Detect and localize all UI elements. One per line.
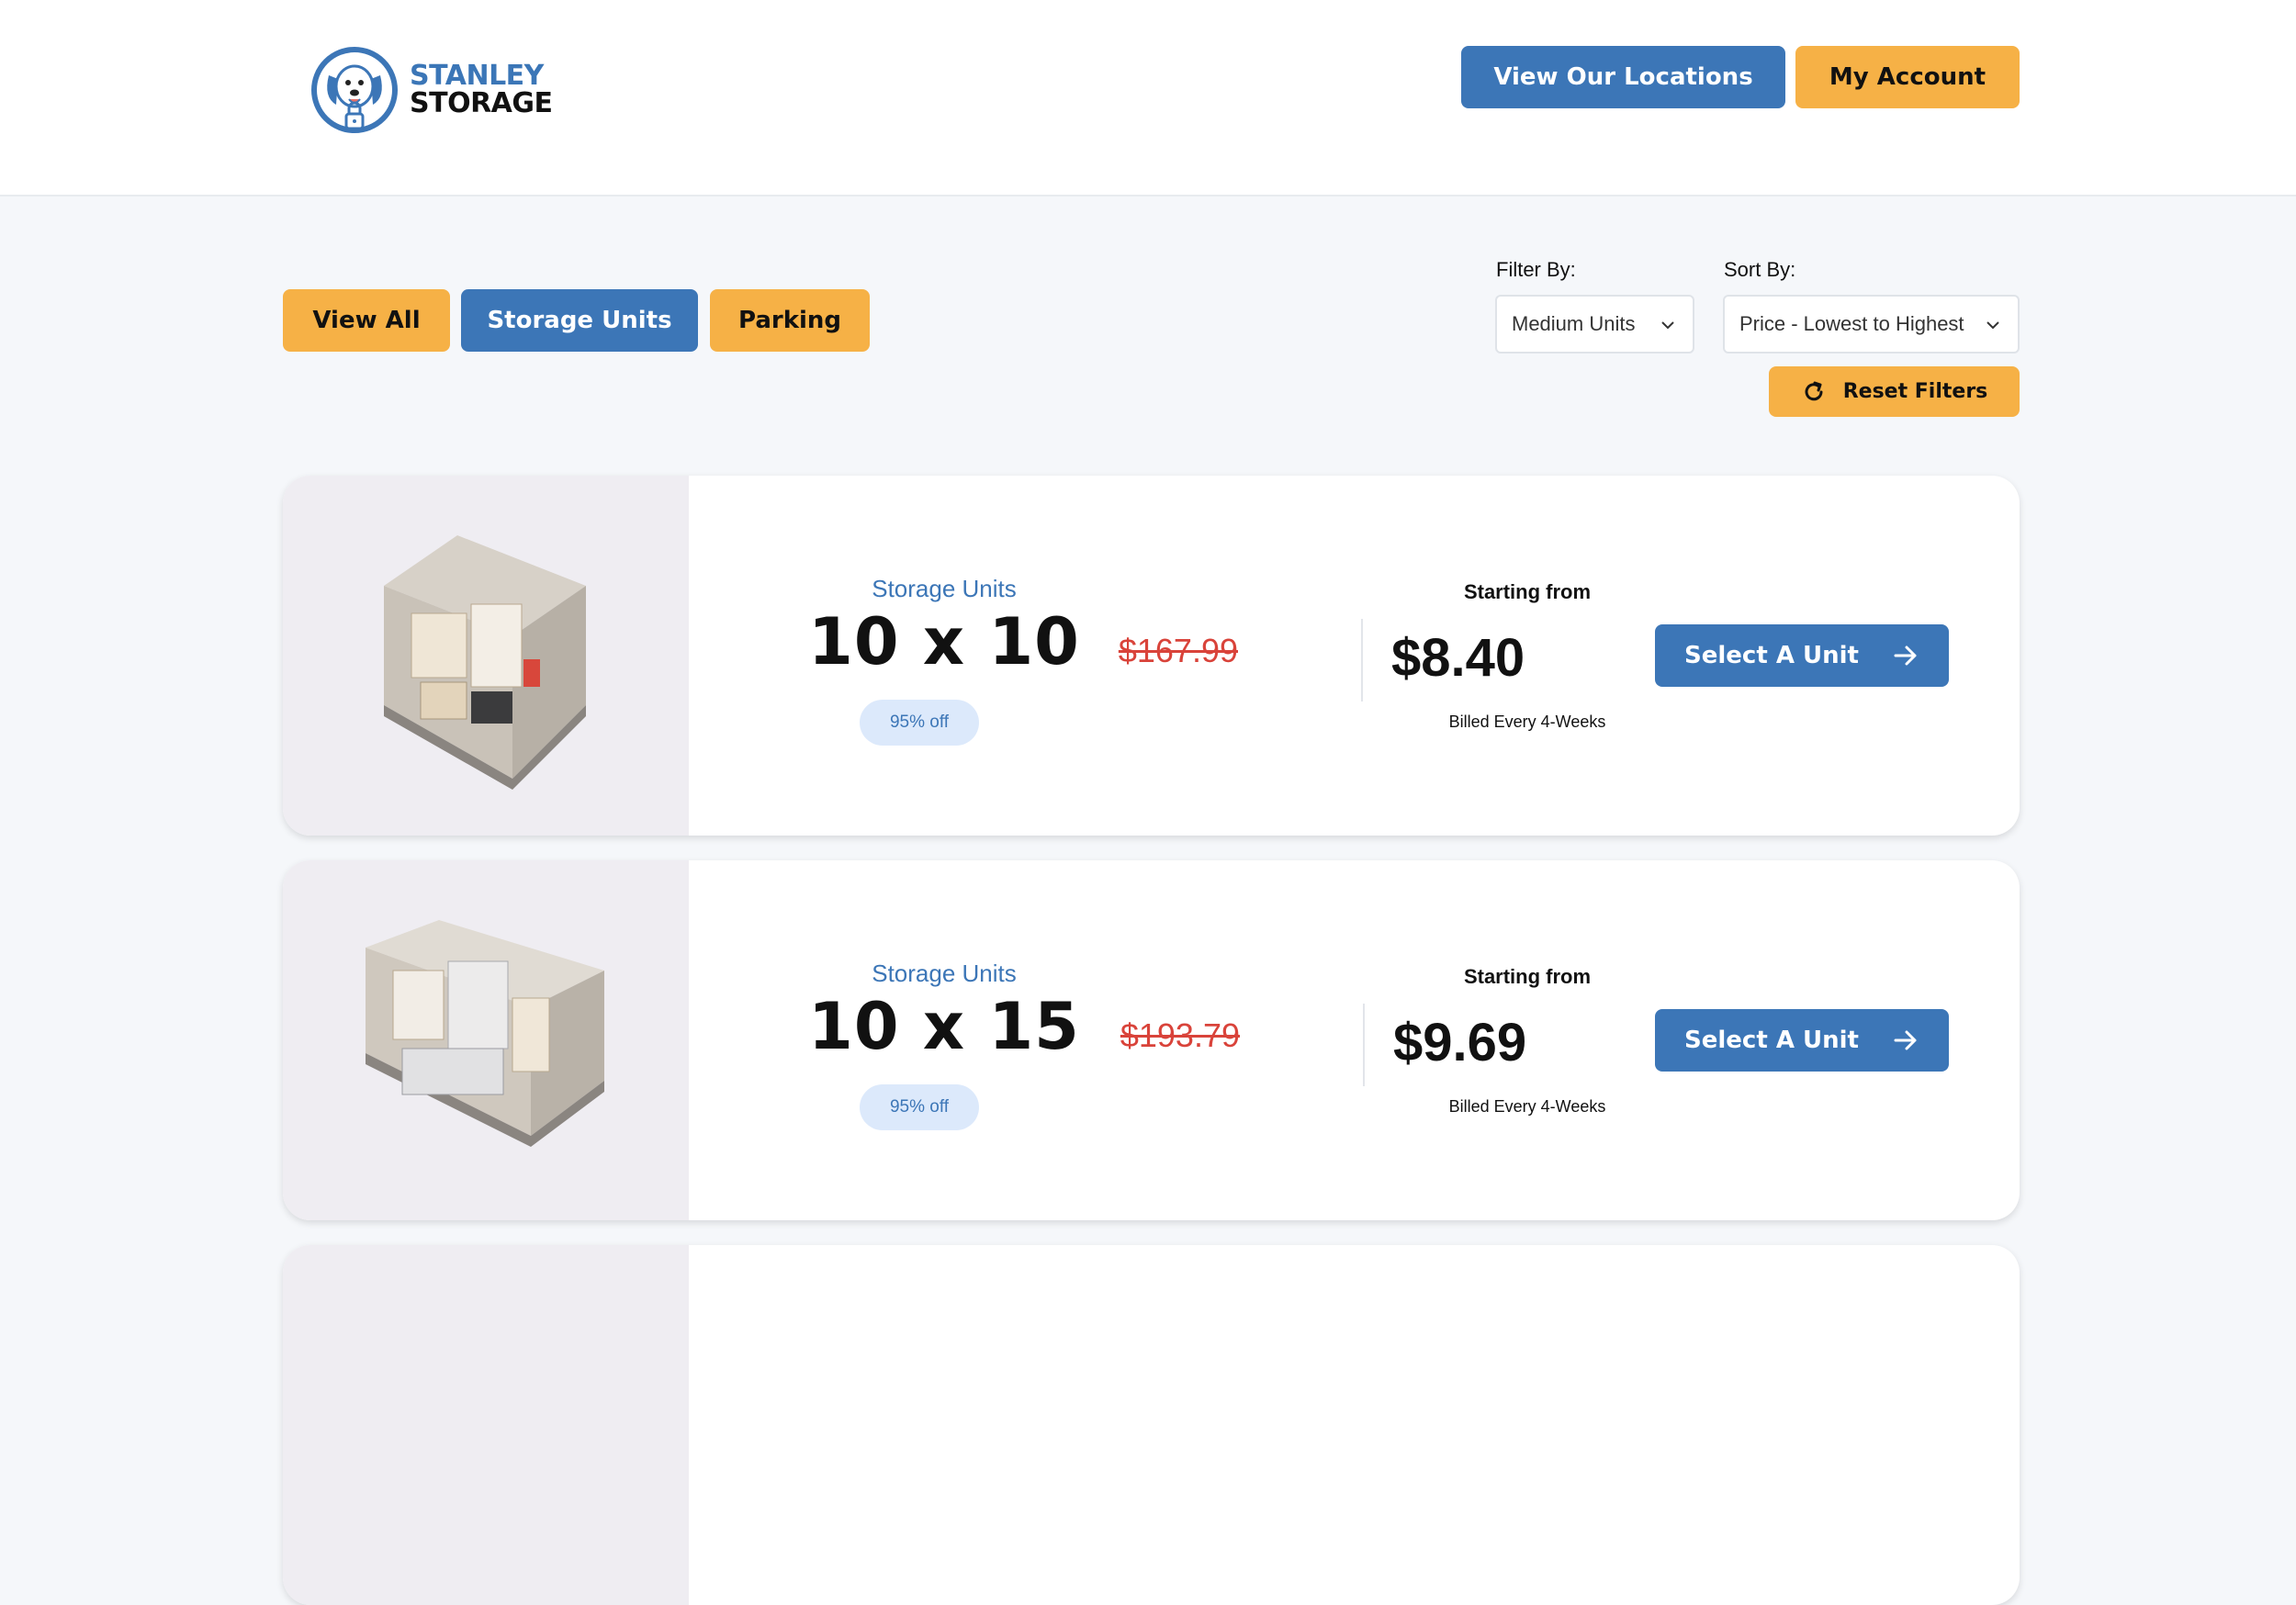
unit-card	[283, 1245, 2020, 1605]
unit-image	[283, 1245, 689, 1605]
unit-card: Storage Units 10 x 15 95% off Starting f…	[283, 860, 2020, 1220]
unit-category: Storage Units	[872, 960, 1017, 987]
tab-parking[interactable]: Parking	[710, 289, 870, 352]
chevron-down-icon	[1986, 321, 1999, 330]
discount-badge: 95% off	[860, 700, 979, 746]
storage-unit-illustration	[384, 535, 586, 790]
dog-mascot-icon	[311, 47, 398, 133]
select-unit-label: Select A Unit	[1684, 1027, 1859, 1054]
price-divider	[1363, 1004, 1365, 1086]
chevron-down-icon	[1661, 321, 1674, 330]
site-header: STANLEY STORAGE View Our Locations My Ac…	[0, 0, 2296, 196]
arrow-right-icon	[1894, 1030, 1917, 1050]
starting-from-label: Starting from	[1463, 580, 1592, 603]
tab-view-all[interactable]: View All	[283, 289, 450, 352]
unit-image	[283, 476, 689, 836]
brand-line1: STANLEY	[410, 60, 544, 92]
select-unit-label: Select A Unit	[1684, 642, 1859, 669]
billing-note: Billed Every 4-Weeks	[1448, 1097, 1606, 1116]
starting-from-label: Starting from	[1463, 965, 1592, 988]
sort-select-value: Price - Lowest to Highest	[1739, 312, 1964, 335]
unit-category: Storage Units	[872, 575, 1017, 602]
sort-select[interactable]: Price - Lowest to Highest	[1723, 295, 2020, 354]
brand-logo[interactable]: STANLEY STORAGE	[310, 42, 568, 143]
reset-filters-button[interactable]: Reset Filters	[1769, 366, 2020, 417]
reset-filters-label: Reset Filters	[1842, 380, 1988, 403]
tab-storage-units[interactable]: Storage Units	[461, 289, 698, 352]
sale-price: $8.40	[1391, 628, 1525, 688]
sort-by-label: Sort By:	[1724, 258, 1796, 281]
brand-line2: STORAGE	[410, 87, 553, 119]
filter-select-value: Medium Units	[1512, 312, 1636, 335]
select-unit-button[interactable]: Select A Unit	[1655, 624, 1949, 687]
view-locations-button[interactable]: View Our Locations	[1461, 46, 1785, 108]
refresh-icon	[1805, 381, 1823, 400]
sale-price: $9.69	[1393, 1013, 1527, 1072]
filter-by-label: Filter By:	[1496, 258, 1576, 281]
original-price: $167.99	[1118, 632, 1238, 669]
billing-note: Billed Every 4-Weeks	[1448, 713, 1606, 731]
unit-card: Storage Units 10 x 10 95% off Starting f…	[283, 476, 2020, 836]
discount-badge: 95% off	[860, 1084, 979, 1130]
original-price: $193.79	[1120, 1016, 1240, 1054]
storage-unit-illustration	[366, 920, 604, 1147]
brand-wordmark: STANLEY STORAGE	[410, 62, 553, 118]
price-divider	[1361, 619, 1363, 701]
select-unit-button[interactable]: Select A Unit	[1655, 1009, 1949, 1072]
unit-image	[283, 860, 689, 1220]
filter-select[interactable]: Medium Units	[1495, 295, 1694, 354]
arrow-right-icon	[1894, 645, 1917, 666]
my-account-button[interactable]: My Account	[1795, 46, 2020, 108]
